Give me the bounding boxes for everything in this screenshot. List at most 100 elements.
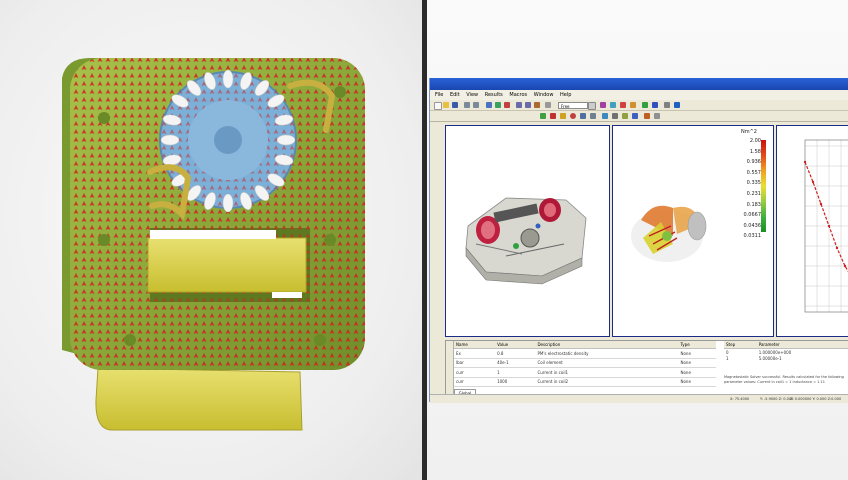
graph-icon[interactable] [652, 102, 658, 108]
viewport-graph[interactable] [776, 125, 848, 337]
column-header[interactable]: Parameter [756, 341, 848, 349]
help-icon[interactable] [674, 102, 680, 108]
table-cell[interactable]: Current in coil1 [535, 367, 679, 378]
status-right: Z: 0.000000 Y: 0.000 Z:0.000 [790, 397, 842, 401]
column-header[interactable]: Name [454, 341, 496, 349]
table-cell[interactable]: None [678, 358, 716, 368]
contour-icon[interactable] [642, 102, 648, 108]
select-icon[interactable] [486, 102, 492, 108]
table-cell[interactable]: None [678, 377, 716, 387]
viewport-field-plot[interactable]: Nm^2 2.00 1.58 0.936 0.557 0.335 0.231 0… [612, 125, 774, 337]
table-cell[interactable]: None [678, 348, 716, 359]
legend-value: 0.936 [746, 159, 761, 166]
results-table: Step Parameter 0 1.000000e+000 1 5.00000… [724, 341, 848, 361]
zoom-out-icon[interactable] [525, 102, 531, 108]
table-row[interactable]: curr 1000 Current in coil2 None [454, 377, 716, 387]
table-header-row: Name Value Description Type [454, 341, 716, 349]
column-header[interactable]: Value [495, 341, 536, 349]
table-row[interactable]: lbar 40e-1 Coil element None [454, 358, 716, 368]
undo-icon[interactable] [464, 102, 470, 108]
wire-icon[interactable] [610, 102, 616, 108]
solver-message: Magnetostatic Solver successful. Results… [724, 375, 844, 384]
table-cell[interactable]: 0.8 [495, 348, 536, 359]
menu-window[interactable]: Window [534, 92, 554, 98]
table-row[interactable]: Ex 0.8 PM's electrostatic density None [454, 348, 716, 359]
report-icon[interactable] [602, 113, 608, 119]
table-cell[interactable]: Coil element [535, 358, 679, 368]
new-icon[interactable] [434, 102, 442, 110]
table-cell[interactable]: curr [454, 377, 496, 387]
table-cell[interactable]: Ex [454, 348, 496, 359]
window-titlebar[interactable] [430, 78, 848, 90]
table-icon[interactable] [622, 113, 628, 119]
export-icon[interactable] [590, 113, 596, 119]
table-cell[interactable]: None [678, 367, 716, 378]
menu-bar: File Edit View Results Macros Window Hel… [430, 90, 848, 100]
settings-icon[interactable] [664, 102, 670, 108]
table-header-row: Step Parameter [724, 341, 848, 349]
parameter-table: Name Value Description Type Ex 0.8 PM's … [454, 341, 716, 387]
status-coords-2: Y: -5.9000 Z: 0.000 [760, 397, 794, 401]
magnet-block [147, 237, 307, 293]
column-header[interactable]: Type [678, 341, 716, 349]
table-cell[interactable]: lbar [454, 358, 496, 368]
stop-icon[interactable] [550, 113, 556, 119]
camera-icon[interactable] [580, 113, 586, 119]
solve-icon[interactable] [540, 113, 546, 119]
bottom-panels: Name Value Description Type Ex 0.8 PM's … [445, 340, 848, 398]
chart-icon[interactable] [632, 113, 638, 119]
app-screenshot-panel: File Edit View Results Macros Window Hel… [427, 0, 848, 480]
mesh-icon[interactable] [545, 102, 551, 108]
status-bar: X: 75.4000 Y: -5.9000 Z: 0.000 Z: 0.0000… [430, 394, 848, 403]
zoom-in-icon[interactable] [516, 102, 522, 108]
table-cell[interactable]: PM's electrostatic density [535, 348, 679, 359]
zoom-select[interactable]: Free [558, 102, 588, 109]
motor-assembly-model [465, 197, 587, 285]
legend-value: 0.0667 [743, 212, 762, 219]
table-row[interactable]: 1 5.00000e-1 [724, 355, 848, 361]
rotate-icon[interactable] [495, 102, 501, 108]
panel-side-tab[interactable] [446, 341, 454, 397]
vector-icon[interactable] [630, 102, 636, 108]
table-cell[interactable]: curr [454, 367, 496, 378]
fea-app-window: File Edit View Results Macros Window Hel… [429, 78, 848, 403]
legend-value: 1.58 [749, 148, 761, 155]
open-icon[interactable] [443, 102, 449, 108]
save-icon[interactable] [452, 102, 458, 108]
field-icon[interactable] [620, 102, 626, 108]
viewport-model[interactable] [445, 125, 610, 337]
main-toolbar: Free [430, 100, 848, 111]
legend-value: 2.00 [749, 138, 761, 144]
pan-icon[interactable] [504, 102, 510, 108]
status-coords: X: 75.4000 [730, 397, 750, 401]
table-cell: 1 [726, 355, 729, 361]
step-icon[interactable] [560, 113, 566, 119]
shade-icon[interactable] [600, 102, 606, 108]
menu-file[interactable]: File [435, 92, 443, 98]
menu-edit[interactable]: Edit [450, 92, 460, 98]
legend-values: 2.00 1.58 0.936 0.557 0.335 0.231 0.183 … [739, 136, 762, 242]
column-header[interactable]: Step [724, 341, 757, 349]
anim-icon[interactable] [644, 113, 650, 119]
menu-results[interactable]: Results [485, 92, 503, 98]
table-row[interactable]: curr 1 Current in coil1 None [454, 367, 716, 378]
column-header[interactable]: Description [535, 341, 679, 349]
record-icon[interactable] [570, 113, 576, 119]
print-icon[interactable] [612, 113, 618, 119]
menu-macros[interactable]: Macros [509, 92, 527, 98]
grid-icon[interactable] [654, 113, 660, 119]
base-block [95, 367, 303, 431]
legend-value: 0.335 [746, 180, 761, 187]
redo-icon[interactable] [473, 102, 479, 108]
chevron-down-icon[interactable] [588, 102, 596, 110]
legend-value: 0.231 [746, 190, 761, 197]
legend-value: 0.0436 [743, 222, 762, 229]
legend-title: Nm^2 [741, 129, 757, 135]
table-cell[interactable]: 40e-1 [495, 358, 536, 368]
fit-icon[interactable] [534, 102, 540, 108]
table-cell[interactable]: 1000 [495, 377, 536, 387]
table-cell[interactable]: 1 [495, 367, 536, 378]
menu-help[interactable]: Help [560, 92, 571, 98]
menu-view[interactable]: View [466, 92, 478, 98]
table-cell[interactable]: Current in coil2 [535, 377, 679, 387]
